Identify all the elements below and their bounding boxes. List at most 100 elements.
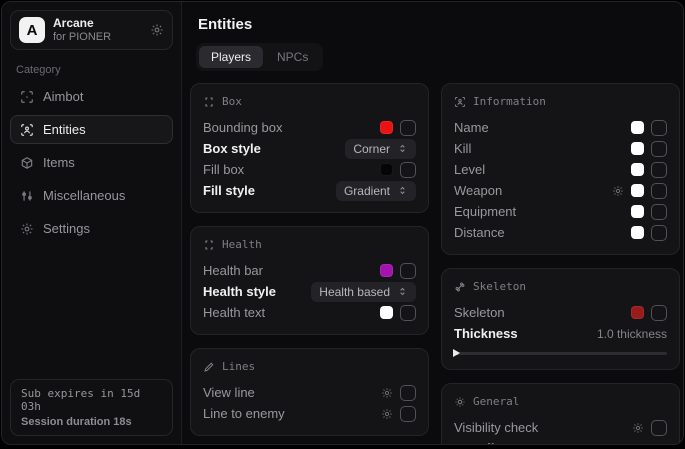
app-logo: A (19, 17, 45, 43)
bounding-box-color-swatch[interactable] (380, 121, 393, 134)
brand-text: Arcane for PIONER (53, 17, 142, 43)
lines-card: Lines View line (190, 348, 429, 436)
row-label: Bounding box (203, 120, 283, 135)
health-card-header: Health (203, 238, 416, 251)
lines-card-header: Lines (203, 360, 416, 373)
information-card-header: Information (454, 95, 667, 108)
level-color-swatch[interactable] (631, 163, 644, 176)
sidebar-item-aimbot[interactable]: Aimbot (10, 82, 173, 111)
chevron-updown-icon (397, 143, 408, 154)
health-bar-color-swatch[interactable] (380, 264, 393, 277)
sidebar-item-entities[interactable]: Entities (10, 115, 173, 144)
row-settings-icon[interactable] (381, 408, 393, 420)
row-label: Weapon (454, 183, 502, 198)
max-distance-row: Max distance 500m (454, 438, 667, 445)
session-duration-text: Session duration 18s (21, 416, 162, 428)
tab-npcs[interactable]: NPCs (265, 46, 320, 68)
main-panel: Entities Players NPCs Box (182, 2, 684, 444)
row-settings-icon[interactable] (381, 387, 393, 399)
chevron-updown-icon (397, 185, 408, 196)
row-label: Distance (454, 225, 505, 240)
kill-row: Kill (454, 138, 667, 159)
row-label: Health style (203, 284, 276, 299)
row-label: Box style (203, 141, 261, 156)
bounding-box-checkbox[interactable] (400, 120, 416, 136)
health-style-row: Health style Health based (203, 281, 416, 302)
entities-scan-icon (454, 96, 466, 108)
information-card: Information Name Kill (441, 83, 680, 255)
row-label: Health bar (203, 263, 263, 278)
sidebar: A Arcane for PIONER Category (2, 2, 182, 444)
header-settings-icon[interactable] (150, 23, 164, 37)
health-card: Health Health bar Health style (190, 226, 429, 335)
tab-players[interactable]: Players (199, 46, 263, 68)
general-card-header: General (454, 395, 667, 408)
app-window: A Arcane for PIONER Category (1, 1, 684, 445)
select-value: Health based (319, 285, 390, 299)
fill-box-color-swatch[interactable] (380, 163, 393, 176)
card-columns: Box Bounding box Box style (190, 83, 680, 445)
kill-checkbox[interactable] (651, 141, 667, 157)
package-icon (20, 156, 34, 170)
right-column: Information Name Kill (441, 83, 680, 445)
name-checkbox[interactable] (651, 120, 667, 136)
box-card-header: Box (203, 95, 416, 108)
skeleton-color-swatch[interactable] (631, 306, 644, 319)
fill-style-select[interactable]: Gradient (336, 181, 416, 201)
category-label: Category (16, 64, 173, 76)
card-title: Box (222, 95, 242, 108)
visibility-check-row: Visibility check (454, 417, 667, 438)
row-settings-icon[interactable] (612, 185, 624, 197)
skeleton-checkbox[interactable] (651, 305, 667, 321)
health-bar-row: Health bar (203, 260, 416, 281)
row-label: Name (454, 120, 489, 135)
crosshair-icon (20, 90, 34, 104)
view-line-checkbox[interactable] (400, 385, 416, 401)
health-text-checkbox[interactable] (400, 305, 416, 321)
health-bar-checkbox[interactable] (400, 263, 416, 279)
brand-card: A Arcane for PIONER (10, 10, 173, 50)
sidebar-nav: Aimbot Entities (10, 82, 173, 243)
distance-color-swatch[interactable] (631, 226, 644, 239)
equipment-checkbox[interactable] (651, 204, 667, 220)
health-style-select[interactable]: Health based (311, 282, 416, 302)
distance-checkbox[interactable] (651, 225, 667, 241)
kill-color-swatch[interactable] (631, 142, 644, 155)
level-checkbox[interactable] (651, 162, 667, 178)
row-settings-icon[interactable] (632, 422, 644, 434)
chevron-updown-icon (397, 286, 408, 297)
health-text-row: Health text (203, 302, 416, 323)
sidebar-item-settings[interactable]: Settings (10, 214, 173, 243)
line-to-enemy-checkbox[interactable] (400, 406, 416, 422)
visibility-check-checkbox[interactable] (651, 420, 667, 436)
row-label: Fill box (203, 162, 244, 177)
fill-box-checkbox[interactable] (400, 162, 416, 178)
slider-track (454, 352, 667, 355)
page-title: Entities (198, 16, 680, 33)
skeleton-card: Skeleton Skeleton Thickness 1.0 t (441, 268, 680, 370)
general-card: General Visibility check (441, 383, 680, 445)
pencil-line-icon (203, 361, 215, 373)
row-label: Visibility check (454, 420, 538, 435)
row-label: View line (203, 385, 255, 400)
weapon-color-swatch[interactable] (631, 184, 644, 197)
sub-expiry-text: Sub expires in 15d 03h (21, 387, 162, 413)
box-style-select[interactable]: Corner (345, 139, 416, 159)
skeleton-card-header: Skeleton (454, 280, 667, 293)
line-to-enemy-row: Line to enemy (203, 403, 416, 424)
sidebar-item-miscellaneous[interactable]: Miscellaneous (10, 181, 173, 210)
sidebar-item-items[interactable]: Items (10, 148, 173, 177)
name-color-swatch[interactable] (631, 121, 644, 134)
row-label: Level (454, 162, 485, 177)
app-title: Arcane (53, 17, 142, 31)
health-text-color-swatch[interactable] (380, 306, 393, 319)
brackets-icon (203, 239, 215, 251)
equipment-color-swatch[interactable] (631, 205, 644, 218)
thickness-slider[interactable] (454, 348, 667, 358)
max-distance-value: 500m (637, 442, 667, 446)
brackets-icon (203, 96, 215, 108)
skeleton-row: Skeleton (454, 302, 667, 323)
select-value: Corner (353, 142, 390, 156)
weapon-checkbox[interactable] (651, 183, 667, 199)
slider-handle[interactable] (453, 349, 460, 357)
